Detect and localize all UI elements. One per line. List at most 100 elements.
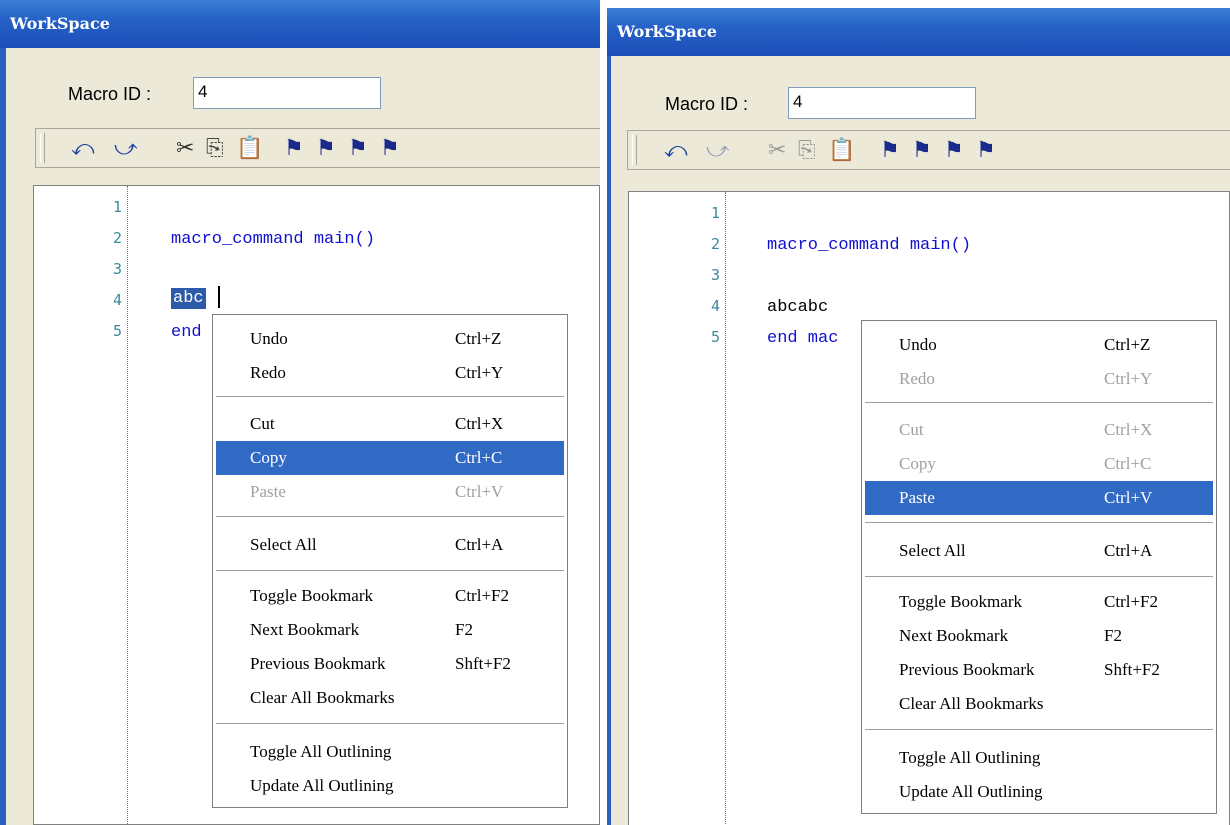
bookmark-next-icon[interactable]: ⚑: [912, 137, 932, 163]
menu-shortcut: F2: [455, 620, 473, 639]
line-number: 2: [112, 229, 122, 247]
menu-label: Undo: [250, 329, 288, 348]
menu-shortcut: Ctrl+V: [455, 482, 504, 501]
menu-item-copy[interactable]: Copy Ctrl+C: [865, 447, 1213, 481]
menu-shortcut: F2: [1104, 626, 1122, 645]
code-line[interactable]: abcabc: [767, 298, 828, 317]
menu-label: Select All: [250, 535, 317, 554]
macro-id-label: Macro ID :: [665, 94, 749, 114]
menu-shortcut: Shft+F2: [1104, 660, 1160, 679]
workspace-panel-right: WorkSpace Macro ID : 4 ⤺ ⤻ ✂ ⎘ 📋 ⚑ ⚑ ⚑ ⚑…: [607, 8, 1230, 825]
menu-label: Redo: [899, 369, 935, 388]
menu-item-cut[interactable]: Cut Ctrl+X: [216, 407, 564, 441]
line-number: 2: [710, 235, 720, 253]
redo-icon[interactable]: ⤻: [114, 135, 138, 161]
menu-label: Previous Bookmark: [250, 654, 386, 673]
code-line[interactable]: end mac: [767, 329, 838, 348]
menu-item-clear-bookmarks[interactable]: Clear All Bookmarks: [865, 687, 1213, 721]
menu-shortcut: Ctrl+Y: [455, 363, 504, 382]
menu-label: Clear All Bookmarks: [250, 688, 395, 707]
menu-item-undo[interactable]: Undo Ctrl+Z: [216, 322, 564, 356]
menu-shortcut: Ctrl+C: [1104, 454, 1152, 473]
menu-label: Next Bookmark: [250, 620, 360, 639]
menu-shortcut: Ctrl+X: [455, 414, 504, 433]
menu-item-toggle-bookmark[interactable]: Toggle Bookmark Ctrl+F2: [865, 585, 1213, 619]
menu-item-undo[interactable]: Undo Ctrl+Z: [865, 328, 1213, 362]
menu-label: Update All Outlining: [899, 782, 1043, 801]
bookmark-toggle-icon[interactable]: ⚑: [284, 135, 304, 161]
menu-item-select-all[interactable]: Select All Ctrl+A: [865, 534, 1213, 568]
selected-text[interactable]: abc: [171, 288, 206, 309]
menu-label: Toggle All Outlining: [250, 742, 392, 761]
menu-item-redo[interactable]: Redo Ctrl+Y: [216, 356, 564, 390]
menu-item-previous-bookmark[interactable]: Previous Bookmark Shft+F2: [865, 653, 1213, 687]
menu-shortcut: Ctrl+V: [1104, 488, 1153, 507]
code-line[interactable]: macro_command main(): [171, 230, 375, 249]
line-number: 4: [112, 291, 122, 309]
menu-item-copy[interactable]: Copy Ctrl+C: [216, 441, 564, 475]
menu-item-paste[interactable]: Paste Ctrl+V: [865, 481, 1213, 515]
menu-item-next-bookmark[interactable]: Next Bookmark F2: [216, 613, 564, 647]
menu-separator: [216, 723, 564, 724]
undo-icon[interactable]: ⤺: [71, 135, 95, 161]
screenshot-divider: [600, 0, 607, 825]
bookmark-previous-icon[interactable]: ⚑: [944, 137, 964, 163]
menu-item-previous-bookmark[interactable]: Previous Bookmark Shft+F2: [216, 647, 564, 681]
menu-item-toggle-outlining[interactable]: Toggle All Outlining: [865, 741, 1213, 775]
menu-item-update-outlining[interactable]: Update All Outlining: [865, 775, 1213, 809]
toolbar-grip[interactable]: [632, 135, 637, 165]
line-number: 5: [112, 322, 122, 340]
menu-label: Cut: [899, 420, 924, 439]
bookmark-previous-icon[interactable]: ⚑: [348, 135, 368, 161]
gutter-divider: [127, 186, 128, 824]
menu-label: Copy: [899, 454, 936, 473]
paste-icon[interactable]: 📋: [236, 135, 263, 161]
context-menu: Undo Ctrl+Z Redo Ctrl+Y Cut Ctrl+X Copy Ctrl…: [861, 320, 1217, 814]
menu-shortcut: Ctrl+C: [455, 448, 503, 467]
macro-id-input[interactable]: 4: [788, 87, 976, 119]
paste-icon[interactable]: 📋: [828, 137, 855, 163]
menu-item-next-bookmark[interactable]: Next Bookmark F2: [865, 619, 1213, 653]
menu-shortcut: Ctrl+Y: [1104, 369, 1153, 388]
menu-item-select-all[interactable]: Select All Ctrl+A: [216, 528, 564, 562]
workspace-panel-left: WorkSpace Macro ID : 4 ⤺ ⤻ ✂ ⎘ 📋 ⚑ ⚑ ⚑ ⚑…: [0, 0, 600, 825]
toolbar-grip[interactable]: [40, 133, 45, 163]
copy-icon[interactable]: ⎘: [206, 135, 224, 161]
menu-shortcut: Ctrl+A: [455, 535, 504, 554]
gutter-divider: [725, 192, 726, 825]
bookmark-clear-icon[interactable]: ⚑: [380, 135, 400, 161]
menu-item-toggle-bookmark[interactable]: Toggle Bookmark Ctrl+F2: [216, 579, 564, 613]
menu-separator: [865, 402, 1213, 403]
redo-icon[interactable]: ⤻: [706, 137, 730, 163]
window-frame: [607, 56, 611, 825]
copy-icon[interactable]: ⎘: [798, 137, 816, 163]
menu-item-update-outlining[interactable]: Update All Outlining: [216, 769, 564, 803]
menu-separator: [216, 516, 564, 517]
menu-label: Clear All Bookmarks: [899, 694, 1044, 713]
menu-shortcut: Ctrl+Z: [455, 329, 502, 348]
macro-id-input[interactable]: 4: [193, 77, 381, 109]
menu-shortcut: Ctrl+F2: [455, 586, 509, 605]
menu-item-paste[interactable]: Paste Ctrl+V: [216, 475, 564, 509]
code-line[interactable]: end: [171, 323, 202, 342]
menu-shortcut: Ctrl+F2: [1104, 592, 1158, 611]
cut-icon[interactable]: ✂: [176, 135, 194, 161]
menu-label: Paste: [899, 488, 935, 507]
line-number: 3: [710, 266, 720, 284]
code-line[interactable]: macro_command main(): [767, 236, 971, 255]
line-number: 1: [112, 198, 122, 216]
menu-item-toggle-outlining[interactable]: Toggle All Outlining: [216, 735, 564, 769]
menu-label: Paste: [250, 482, 286, 501]
bookmark-toggle-icon[interactable]: ⚑: [880, 137, 900, 163]
context-menu: Undo Ctrl+Z Redo Ctrl+Y Cut Ctrl+X Copy Ctrl…: [212, 314, 568, 808]
undo-icon[interactable]: ⤺: [664, 137, 688, 163]
line-number: 4: [710, 297, 720, 315]
bookmark-next-icon[interactable]: ⚑: [316, 135, 336, 161]
menu-separator: [216, 396, 564, 397]
cut-icon[interactable]: ✂: [768, 137, 786, 163]
menu-item-cut[interactable]: Cut Ctrl+X: [865, 413, 1213, 447]
menu-item-redo[interactable]: Redo Ctrl+Y: [865, 362, 1213, 396]
line-number: 3: [112, 260, 122, 278]
bookmark-clear-icon[interactable]: ⚑: [976, 137, 996, 163]
menu-item-clear-bookmarks[interactable]: Clear All Bookmarks: [216, 681, 564, 715]
